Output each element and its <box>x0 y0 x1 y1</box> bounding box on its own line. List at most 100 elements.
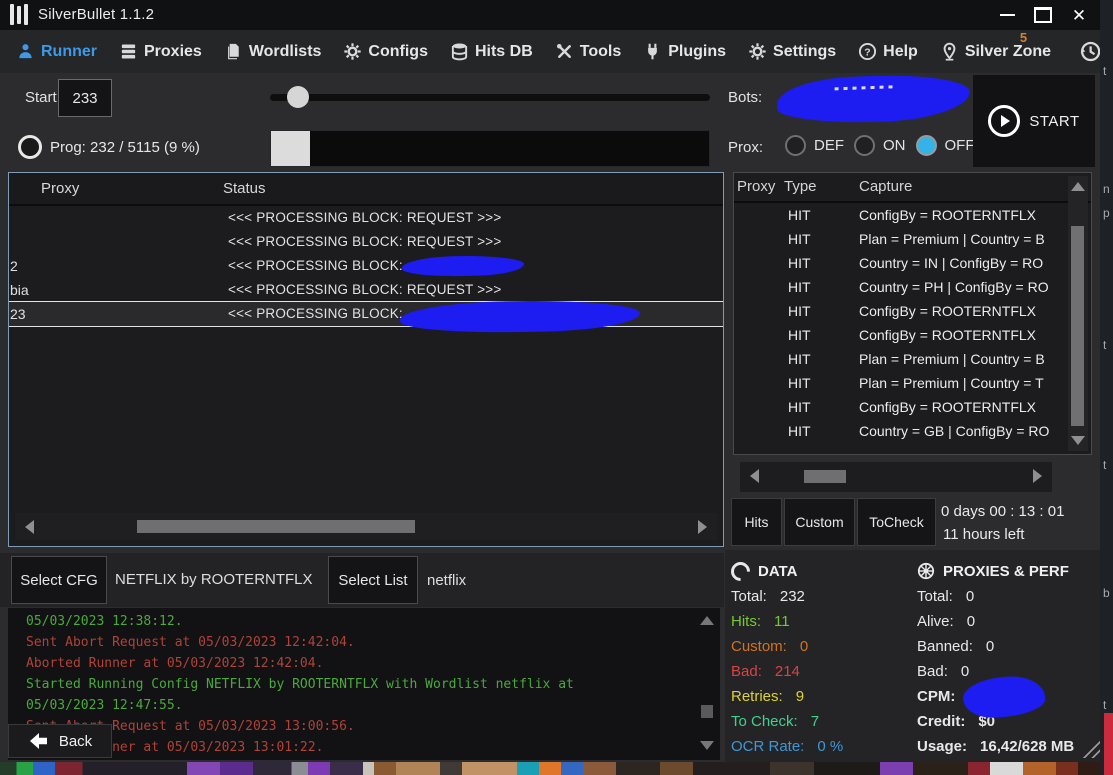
data-title: DATA <box>731 558 906 584</box>
stat-row: Total: 232 <box>731 584 906 609</box>
history-icon[interactable] <box>1077 39 1100 64</box>
radio-icon[interactable] <box>854 135 875 156</box>
hit-row[interactable]: HIT Country = GB | ConfigBy = RO <box>734 419 1091 443</box>
hit-row[interactable]: HIT ConfigBy = ROOTERNTFLX <box>734 203 1091 227</box>
prox-radio-option[interactable]: OFF <box>916 135 975 156</box>
background-window-edge: t n p t t b t <box>1100 0 1113 775</box>
hscroll-thumb[interactable] <box>137 520 415 533</box>
maximize-button[interactable] <box>1026 0 1060 30</box>
menu-proxies[interactable]: Proxies <box>119 42 202 61</box>
tab-custom[interactable]: Custom <box>784 498 855 546</box>
table-row[interactable]: bia <<< PROCESSING BLOCK: REQUEST >>> <box>9 278 723 302</box>
hits-table-header: Proxy Type Capture <box>734 173 1091 203</box>
menu-silver-zone[interactable]: Silver Zone 5 <box>940 42 1051 61</box>
stat-row: Usage: 16,42/628 MB <box>917 734 1097 759</box>
scroll-left-icon[interactable] <box>750 469 759 483</box>
table-row[interactable]: <<< PROCESSING BLOCK: REQUEST >>> <box>9 206 723 230</box>
menu-hitsdb[interactable]: Hits DB <box>450 42 533 61</box>
hits-table-vscrollbar[interactable] <box>1068 176 1088 451</box>
gear-icon <box>343 42 362 61</box>
menu-plugins[interactable]: Plugins <box>643 42 726 61</box>
bots-slider-track[interactable] <box>270 94 710 101</box>
close-button[interactable]: ✕ <box>1062 0 1096 30</box>
scroll-right-icon[interactable] <box>1033 469 1042 483</box>
hscroll-thumb[interactable] <box>804 470 846 483</box>
status-cell: <<< PROCESSING BLOCK: REQUEST >>> <box>228 234 501 249</box>
hit-row[interactable]: HIT Plan = Premium | Country = B <box>734 227 1091 251</box>
hit-capture-cell: ConfigBy = ROOTERNTFLX <box>859 207 1059 223</box>
log-line: Sent Abort Request at 05/03/2023 13:00:5… <box>26 716 690 737</box>
tab-tocheck[interactable]: ToCheck <box>857 498 936 546</box>
elapsed-timer: 0 days 00 : 13 : 01 <box>941 503 1064 520</box>
hit-capture-cell: Plan = Premium | Country = B <box>859 351 1059 367</box>
back-button[interactable]: Back <box>8 724 112 758</box>
silver-zone-badge: 5 <box>1020 30 1027 45</box>
menu-wordlists[interactable]: Wordlists <box>224 42 322 61</box>
minimize-icon <box>1000 14 1015 16</box>
log-scrollbar[interactable] <box>698 608 716 760</box>
table-row[interactable]: <<< PROCESSING BLOCK: REQUEST >>> <box>9 230 723 254</box>
prox-radio-option[interactable]: DEF <box>785 135 844 156</box>
hit-row[interactable]: HIT ConfigBy = ROOTERNTFLX <box>734 395 1091 419</box>
menu-configs[interactable]: Configs <box>343 42 428 61</box>
server-stack-icon <box>119 42 138 61</box>
status-cell: <<< PROCESSING BLOCK: REQUEST >>> <box>228 282 501 297</box>
table-row[interactable]: 23 <<< PROCESSING BLOCK: <box>9 301 723 327</box>
menu-runner[interactable]: Runner <box>16 42 97 61</box>
proxies-stats: PROXIES & PERF Total: 0 Alive: 0 Banned:… <box>917 558 1097 759</box>
menu-tools[interactable]: Tools <box>555 42 621 61</box>
scroll-down-icon[interactable] <box>700 741 714 750</box>
maximize-icon <box>1034 7 1052 23</box>
radio-icon[interactable] <box>785 135 806 156</box>
select-cfg-button[interactable]: Select CFG <box>11 556 107 604</box>
hit-row[interactable]: HIT Country = PH | ConfigBy = RO <box>734 275 1091 299</box>
hit-type-cell: HIT <box>788 327 811 343</box>
log-line: Aborted Runner at 05/03/2023 13:01:22. <box>26 737 690 758</box>
column-header-capture: Capture <box>859 178 912 195</box>
table-row[interactable]: 2 <<< PROCESSING BLOCK: <box>9 254 723 278</box>
tab-hits[interactable]: Hits <box>731 498 782 546</box>
scroll-down-icon[interactable] <box>1071 436 1085 445</box>
progress-text: Prog: 232 / 5115 (9 %) <box>50 139 200 156</box>
hit-capture-cell: Country = PH | ConfigBy = RO <box>859 279 1059 295</box>
start-button[interactable]: START <box>973 75 1095 167</box>
hit-row[interactable]: HIT ConfigBy = ROOTERNTFLX <box>734 323 1091 347</box>
runner-table-hscrollbar[interactable] <box>15 513 717 540</box>
hit-row[interactable]: HIT Plan = Premium | Country = B <box>734 347 1091 371</box>
select-list-button[interactable]: Select List <box>328 556 418 604</box>
hit-row[interactable]: HIT Plan = Premium | Country = T <box>734 371 1091 395</box>
log-scroll-thumb[interactable] <box>701 705 713 718</box>
plug-icon <box>643 42 662 61</box>
hit-row[interactable]: HIT ConfigBy = ROOTERNTFLX <box>734 299 1091 323</box>
hits-table-hscrollbar[interactable] <box>740 462 1052 492</box>
progress-radio-icon[interactable] <box>18 135 42 159</box>
status-cell: <<< PROCESSING BLOCK: <box>228 306 403 321</box>
scroll-up-icon[interactable] <box>1071 182 1085 191</box>
log-line: Sent Abort Request at 05/03/2023 12:42:0… <box>26 632 690 653</box>
column-header-proxy: Proxy <box>41 180 79 197</box>
hit-capture-cell: ConfigBy = ROOTERNTFLX <box>859 303 1059 319</box>
stat-row: Retries: 9 <box>731 684 906 709</box>
prox-radio-option[interactable]: ON <box>854 135 906 156</box>
radio-icon[interactable] <box>916 135 937 156</box>
menu-help[interactable]: ? Help <box>858 42 918 61</box>
app-window: SilverBullet 1.1.2 ✕ Runner Proxies Word… <box>0 0 1100 762</box>
stat-row: Custom: 0 <box>731 634 906 659</box>
menu-settings[interactable]: Settings <box>748 42 836 61</box>
bots-slider-handle[interactable] <box>287 86 309 108</box>
hit-type-cell: HIT <box>788 399 811 415</box>
progress-bar <box>270 130 710 167</box>
scroll-left-icon[interactable] <box>25 520 34 534</box>
database-icon <box>450 42 469 61</box>
hit-row[interactable]: HIT Country = IN | ConfigBy = RO <box>734 251 1091 275</box>
vscroll-thumb[interactable] <box>1071 226 1084 426</box>
hit-type-cell: HIT <box>788 231 811 247</box>
scroll-right-icon[interactable] <box>698 520 707 534</box>
start-input[interactable] <box>58 79 112 117</box>
hit-type-cell: HIT <box>788 207 811 223</box>
titlebar: SilverBullet 1.1.2 ✕ <box>0 0 1100 30</box>
scroll-up-icon[interactable] <box>700 616 714 625</box>
runner-log: 05/03/2023 12:38:12. Sent Abort Request … <box>8 608 720 760</box>
minimize-button[interactable] <box>990 0 1024 30</box>
selected-wordlist-name: netflix <box>427 572 466 589</box>
